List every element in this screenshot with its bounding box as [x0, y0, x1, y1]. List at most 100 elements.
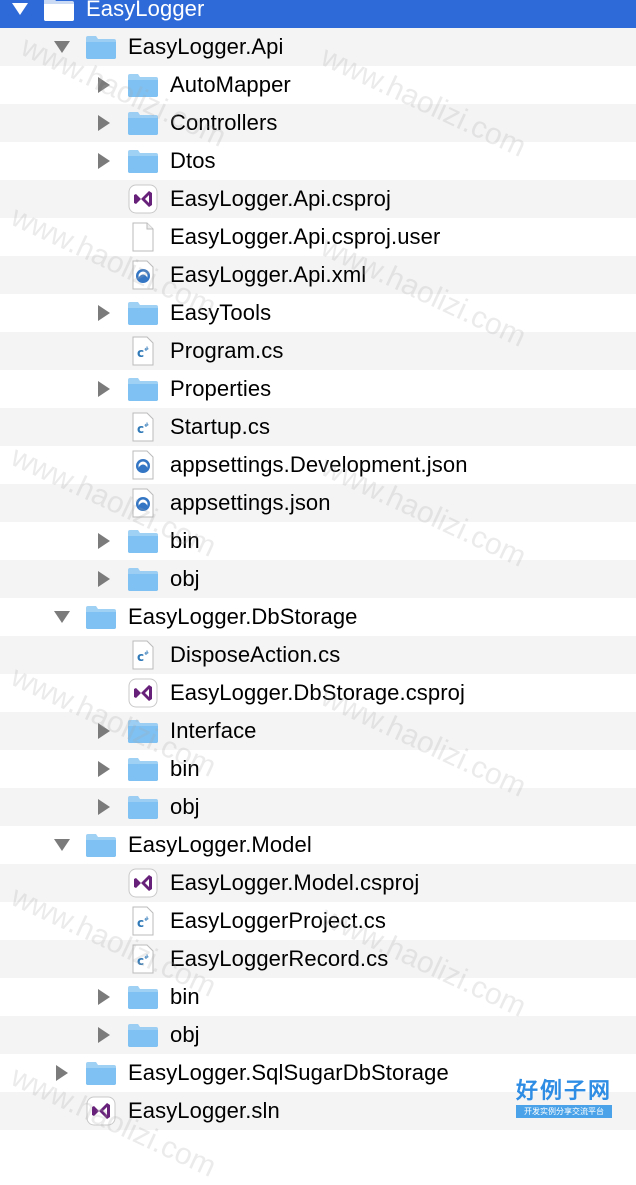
tree-row-label: EasyLogger.Api.csproj [170, 186, 392, 211]
tree-row-label: EasyLogger.Model [128, 832, 312, 857]
disclosure-collapsed-icon[interactable] [94, 370, 114, 408]
tree-row[interactable]: obj [0, 1016, 636, 1054]
folder-icon [126, 712, 160, 750]
tree-row[interactable]: EasyLogger.DbStorage.csproj [0, 674, 636, 712]
visual-studio-icon [84, 1092, 118, 1130]
tree-row-label: EasyLoggerProject.cs [170, 908, 386, 933]
tree-row[interactable]: bin [0, 522, 636, 560]
svg-text:#: # [144, 916, 149, 923]
tree-row-label: EasyLoggerRecord.cs [170, 946, 389, 971]
document-icon [126, 218, 160, 256]
folder-icon [126, 104, 160, 142]
brand-title: 好例子网 [515, 1078, 612, 1104]
tree-row[interactable]: EasyLogger [0, 0, 636, 28]
disclosure-collapsed-icon[interactable] [94, 66, 114, 104]
tree-row[interactable]: c # EasyLoggerProject.cs [0, 902, 636, 940]
tree-row-label: appsettings.Development.json [170, 452, 468, 477]
tree-row-label: bin [170, 528, 200, 553]
tree-row[interactable]: EasyLogger.Api.csproj [0, 180, 636, 218]
tree-row-label: EasyLogger.Api.csproj.user [170, 224, 441, 249]
folder-icon [126, 294, 160, 332]
tree-row-label: Properties [170, 376, 272, 401]
disclosure-collapsed-icon[interactable] [94, 522, 114, 560]
tree-row-label: bin [170, 984, 200, 1009]
tree-row-label: Dtos [170, 148, 216, 173]
tree-row-label: EasyLogger.Api [128, 34, 284, 59]
csharp-file-icon: c # [126, 636, 160, 674]
tree-row-label: Controllers [170, 110, 278, 135]
tree-row-label: EasyLogger.sln [128, 1098, 280, 1123]
tree-row[interactable]: EasyLogger.Model [0, 826, 636, 864]
brand-logo: 好例子网 开发实例分享交流平台 [515, 1073, 612, 1118]
folder-icon [126, 370, 160, 408]
disclosure-collapsed-icon[interactable] [94, 560, 114, 598]
folder-icon [126, 978, 160, 1016]
folder-icon [84, 826, 118, 864]
tree-row[interactable]: EasyLogger.Api [0, 28, 636, 66]
tree-row[interactable]: c # DisposeAction.cs [0, 636, 636, 674]
tree-row[interactable]: Interface [0, 712, 636, 750]
tree-row-label: EasyLogger.SqlSugarDbStorage [128, 1060, 449, 1085]
disclosure-expanded-icon[interactable] [52, 826, 72, 864]
visual-studio-icon [126, 180, 160, 218]
svg-text:#: # [144, 954, 149, 961]
tree-row[interactable]: c # Startup.cs [0, 408, 636, 446]
folder-icon [84, 28, 118, 66]
tree-row-label: appsettings.json [170, 490, 331, 515]
tree-row[interactable]: Properties [0, 370, 636, 408]
tree-row[interactable]: c # EasyLoggerRecord.cs [0, 940, 636, 978]
disclosure-expanded-icon[interactable] [52, 28, 72, 66]
tree-row[interactable]: Controllers [0, 104, 636, 142]
csharp-file-icon: c # [126, 940, 160, 978]
disclosure-collapsed-icon[interactable] [94, 712, 114, 750]
folder-icon [84, 598, 118, 636]
disclosure-collapsed-icon[interactable] [94, 104, 114, 142]
tree-row-label: AutoMapper [170, 72, 291, 97]
folder-icon [42, 0, 76, 28]
disclosure-collapsed-icon[interactable] [94, 978, 114, 1016]
tree-row[interactable]: bin [0, 750, 636, 788]
tree-row[interactable]: EasyLogger.DbStorage [0, 598, 636, 636]
disclosure-expanded-icon[interactable] [52, 598, 72, 636]
tree-row[interactable]: EasyLogger.Model.csproj [0, 864, 636, 902]
visual-studio-icon [126, 674, 160, 712]
csharp-file-icon: c # [126, 408, 160, 446]
tree-row[interactable]: bin [0, 978, 636, 1016]
folder-icon [126, 142, 160, 180]
tree-row-label: EasyLogger.Api.xml [170, 262, 367, 287]
disclosure-collapsed-icon[interactable] [94, 1016, 114, 1054]
tree-row-label: obj [170, 566, 200, 591]
tree-row[interactable]: appsettings.json [0, 484, 636, 522]
tree-row-label: obj [170, 794, 200, 819]
tree-row[interactable]: AutoMapper [0, 66, 636, 104]
json-file-icon [126, 256, 160, 294]
tree-row-label: EasyLogger.DbStorage [128, 604, 358, 629]
folder-icon [126, 66, 160, 104]
tree-row-label: Startup.cs [170, 414, 271, 439]
tree-row-label: EasyLogger [86, 0, 205, 21]
svg-text:#: # [144, 422, 149, 429]
tree-row[interactable]: obj [0, 560, 636, 598]
disclosure-expanded-icon[interactable] [10, 0, 30, 28]
disclosure-collapsed-icon[interactable] [94, 788, 114, 826]
tree-row[interactable]: EasyTools [0, 294, 636, 332]
folder-icon [126, 522, 160, 560]
folder-icon [126, 788, 160, 826]
file-tree: EasyLogger EasyLogger.Api AutoMapper Contro… [0, 0, 636, 1130]
folder-icon [126, 1016, 160, 1054]
tree-row[interactable]: EasyLogger.Api.csproj.user [0, 218, 636, 256]
tree-row[interactable]: EasyLogger.Api.xml [0, 256, 636, 294]
tree-row-label: EasyLogger.Model.csproj [170, 870, 420, 895]
tree-row-label: EasyTools [170, 300, 272, 325]
disclosure-collapsed-icon[interactable] [52, 1054, 72, 1092]
tree-row-label: EasyLogger.DbStorage.csproj [170, 680, 465, 705]
tree-row-label: Program.cs [170, 338, 284, 363]
disclosure-collapsed-icon[interactable] [94, 294, 114, 332]
tree-row[interactable]: c # Program.cs [0, 332, 636, 370]
tree-row[interactable]: obj [0, 788, 636, 826]
disclosure-collapsed-icon[interactable] [94, 142, 114, 180]
folder-icon [126, 750, 160, 788]
tree-row[interactable]: appsettings.Development.json [0, 446, 636, 484]
tree-row[interactable]: Dtos [0, 142, 636, 180]
disclosure-collapsed-icon[interactable] [94, 750, 114, 788]
